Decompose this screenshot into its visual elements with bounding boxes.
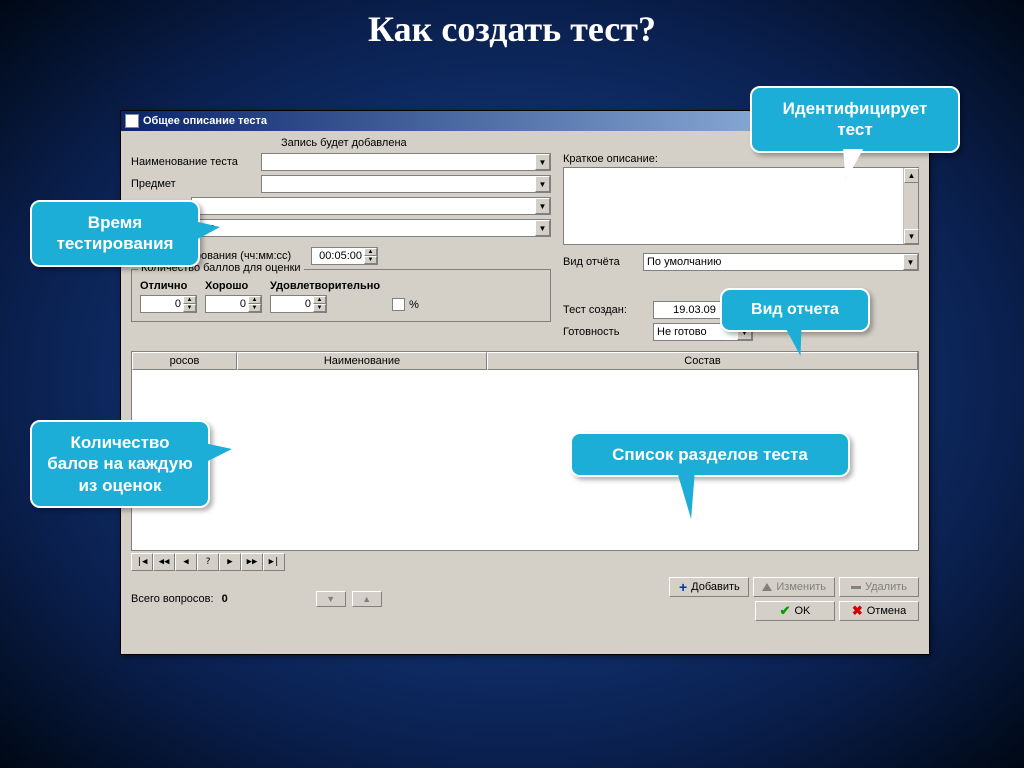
- spin-up-icon[interactable]: ▲: [313, 296, 326, 304]
- delete-button[interactable]: Удалить: [839, 577, 919, 597]
- scroll-down-icon[interactable]: ▼: [904, 229, 919, 244]
- dropdown-icon[interactable]: ▼: [535, 198, 550, 214]
- record-navigator: |◀ ◀◀ ◀ ? ▶ ▶▶ ▶|: [131, 553, 919, 571]
- nav-first-button[interactable]: |◀: [131, 553, 153, 571]
- callout-identifies-test: Идентифицирует тест: [750, 86, 960, 153]
- spin-up-icon[interactable]: ▲: [364, 248, 377, 256]
- subject-select[interactable]: ▼: [261, 175, 551, 193]
- satisfactory-input[interactable]: [271, 296, 313, 312]
- spin-down-icon[interactable]: ▼: [183, 304, 196, 312]
- time-input[interactable]: [312, 248, 364, 264]
- label-percent: %: [409, 299, 419, 311]
- slide-title: Как создать тест?: [0, 8, 1024, 50]
- report-select[interactable]: По умолчанию ▼: [643, 253, 919, 271]
- move-up-button[interactable]: ▲: [352, 591, 382, 607]
- scrollbar[interactable]: ▲ ▼: [903, 168, 918, 244]
- created-date-value: 19.03.09: [673, 304, 716, 316]
- label-total-q: Всего вопросов:: [131, 593, 214, 605]
- grades-fieldset: Количество баллов для оценки Отлично ▲▼ …: [131, 269, 551, 322]
- add-button[interactable]: + Добавить: [669, 577, 749, 597]
- minus-icon: [851, 586, 861, 589]
- ok-button[interactable]: ✔ OK: [755, 601, 835, 621]
- label-excellent: Отлично: [140, 280, 187, 292]
- label-report: Вид отчёта: [563, 256, 643, 268]
- nav-last-button[interactable]: ▶|: [263, 553, 285, 571]
- nav-prevpage-button[interactable]: ◀◀: [153, 553, 175, 571]
- spin-down-icon[interactable]: ▼: [248, 304, 261, 312]
- grid-col-2[interactable]: Наименование: [237, 352, 487, 370]
- cancel-button[interactable]: ✖ Отмена: [839, 601, 919, 621]
- total-q-value: 0: [222, 593, 228, 605]
- plus-icon: +: [679, 583, 687, 591]
- spin-up-icon[interactable]: ▲: [248, 296, 261, 304]
- spin-down-icon[interactable]: ▼: [364, 256, 377, 264]
- label-readiness: Готовность: [563, 326, 653, 338]
- nav-next-button[interactable]: ▶: [219, 553, 241, 571]
- spin-up-icon[interactable]: ▲: [183, 296, 196, 304]
- name-select[interactable]: ▼: [261, 153, 551, 171]
- app-window: Общее описание теста Запись будет добавл…: [120, 110, 930, 655]
- label-created: Тест создан:: [563, 304, 653, 316]
- x-icon: ✖: [852, 603, 863, 619]
- dropdown-icon[interactable]: ▼: [535, 176, 550, 192]
- excellent-spinner[interactable]: ▲▼: [140, 295, 197, 313]
- edit-button[interactable]: Изменить: [753, 577, 835, 597]
- window-title: Общее описание теста: [143, 115, 267, 127]
- time-spinner[interactable]: ▲▼: [311, 247, 378, 265]
- nav-nextpage-button[interactable]: ▶▶: [241, 553, 263, 571]
- label-subject: Предмет: [131, 178, 261, 190]
- short-desc-textarea[interactable]: ▲ ▼: [563, 167, 919, 245]
- good-spinner[interactable]: ▲▼: [205, 295, 262, 313]
- satisfactory-spinner[interactable]: ▲▼: [270, 295, 327, 313]
- nav-help-button[interactable]: ?: [197, 553, 219, 571]
- readiness-value: Не готово: [657, 326, 707, 338]
- grid-col-3[interactable]: Состав: [487, 352, 918, 370]
- dropdown-icon[interactable]: ▼: [535, 154, 550, 170]
- triangle-icon: [762, 583, 772, 591]
- report-value: По умолчанию: [647, 256, 721, 268]
- spin-down-icon[interactable]: ▼: [313, 304, 326, 312]
- grid-col-1[interactable]: росов: [132, 352, 237, 370]
- label-satisfactory: Удовлетворительно: [270, 280, 380, 292]
- window-icon: [125, 114, 139, 128]
- callout-grade-points: Количество балов на каждую из оценок: [30, 420, 210, 508]
- label-name: Наименование теста: [131, 156, 261, 168]
- percent-checkbox[interactable]: [392, 298, 405, 311]
- label-good: Хорошо: [205, 280, 248, 292]
- callout-test-time: Время тестирования: [30, 200, 200, 267]
- scroll-up-icon[interactable]: ▲: [904, 168, 919, 183]
- nav-prev-button[interactable]: ◀: [175, 553, 197, 571]
- hidden-select-1[interactable]: ▼: [191, 197, 551, 215]
- excellent-input[interactable]: [141, 296, 183, 312]
- dropdown-icon[interactable]: ▼: [535, 220, 550, 236]
- move-down-button[interactable]: ▼: [316, 591, 346, 607]
- callout-sections-list: Список разделов теста: [570, 432, 850, 477]
- dropdown-icon[interactable]: ▼: [903, 254, 918, 270]
- check-icon: ✔: [780, 603, 791, 619]
- good-input[interactable]: [206, 296, 248, 312]
- callout-report-type: Вид отчета: [720, 288, 870, 332]
- label-short-desc: Краткое описание:: [563, 153, 919, 165]
- difficulty-select[interactable]: Нет ▼: [191, 219, 551, 237]
